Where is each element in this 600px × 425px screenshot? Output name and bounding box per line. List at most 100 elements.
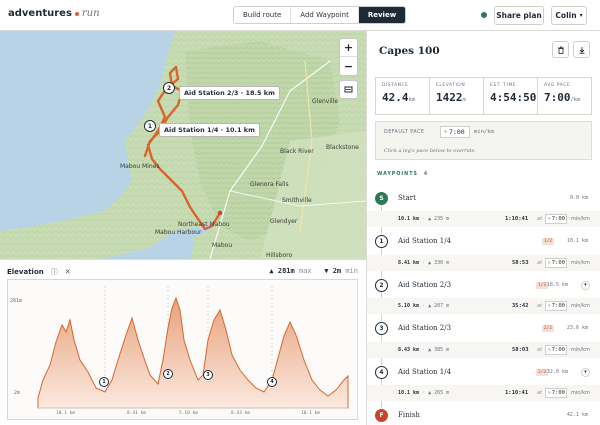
map-waypoint-marker-2[interactable]: 2 bbox=[163, 82, 175, 94]
elevation-profile-svg bbox=[37, 286, 349, 409]
waypoint-row[interactable]: 3 Aid Station 2/3 2/2 23.6 km bbox=[375, 320, 592, 336]
waypoint-row[interactable]: F Finish 42.1 km bbox=[375, 407, 592, 423]
map-waypoint-label-2[interactable]: Aid Station 2/3 · 18.5 km bbox=[179, 86, 280, 100]
elevation-area bbox=[37, 296, 349, 409]
waypoint-distance: 23.6 km bbox=[566, 325, 588, 331]
elevation-marker-2[interactable]: 2 bbox=[163, 369, 173, 379]
leg-pace-unit: min/km bbox=[571, 260, 590, 266]
leg-distance: 10.1 km bbox=[398, 390, 420, 396]
trash-icon bbox=[557, 46, 564, 54]
leg-pace-input[interactable]: ✎ 7:00 bbox=[545, 345, 567, 355]
leg-pace-value: 7:00 bbox=[551, 260, 565, 266]
leg-summary: 10.1 km · ▲ 235 m bbox=[398, 216, 449, 222]
waypoint-distance: 0.0 km bbox=[569, 195, 588, 201]
app-logo[interactable]: adventures run bbox=[8, 8, 100, 19]
mode-build-route[interactable]: Build route bbox=[234, 7, 292, 23]
map-label-glendyer: Glendyer bbox=[270, 218, 298, 225]
elevation-marker-3[interactable]: 3 bbox=[203, 370, 213, 380]
leg-row: 5.10 km · ▲ 207 m 35:42 at ✎ 7:00 min/km bbox=[375, 300, 592, 312]
leg-summary: 8.43 km · ▲ 385 m bbox=[398, 347, 449, 353]
map-waypoint-marker-1[interactable]: 1 bbox=[144, 120, 156, 132]
sync-status-icon bbox=[481, 12, 487, 18]
leg-pace-value: 7:00 bbox=[551, 390, 565, 396]
leg-at-label: at bbox=[537, 303, 543, 309]
stat-value: 1422 bbox=[436, 91, 463, 104]
leg-pace-input[interactable]: ✎ 7:00 bbox=[545, 301, 567, 311]
leg-distance: 8.41 km bbox=[398, 260, 420, 266]
route-end-marker bbox=[217, 210, 223, 216]
stat-label: EST. TIME bbox=[490, 83, 517, 88]
zoom-in-button[interactable]: + bbox=[340, 39, 357, 57]
close-icon[interactable]: ✕ bbox=[65, 268, 71, 276]
user-menu-button[interactable]: Colin ▾ bbox=[551, 6, 587, 25]
waypoint-row[interactable]: 1 Aid Station 1/4 1/2 10.1 km bbox=[375, 233, 592, 249]
elevation-header: Elevation ⓘ ✕ bbox=[7, 267, 71, 277]
waypoints-header: WAYPOINTS 4 bbox=[377, 172, 428, 177]
mode-add-waypoint[interactable]: Add Waypoint bbox=[291, 7, 359, 23]
leg-separator: · bbox=[419, 216, 429, 222]
map-label-glenora-falls: Glenora Falls bbox=[250, 181, 289, 188]
waypoint-visit-badge: 1/2 bbox=[541, 237, 554, 245]
leg-pace-unit: min/km bbox=[571, 303, 590, 309]
edit-icon: ✎ bbox=[548, 216, 551, 222]
leg-separator: · bbox=[419, 260, 429, 266]
route-map[interactable]: Glenville Black River Blackstone Mabou M… bbox=[0, 31, 366, 259]
waypoint-name: Aid Station 2/3 bbox=[398, 281, 452, 289]
elevation-max-value: 281m bbox=[277, 267, 295, 275]
leg-row: 10.1 km · ▲ 235 m 1:10:41 at ✎ 7:00 min/km bbox=[375, 213, 592, 225]
map-label-northeast-mabou: Northeast Mabou bbox=[178, 221, 230, 228]
map-label-smithville: Smithville bbox=[282, 197, 312, 204]
leg-pace-input[interactable]: ✎ 7:00 bbox=[545, 258, 567, 268]
leg-separator: · bbox=[419, 303, 429, 309]
default-pace-input[interactable]: ✎ 7:00 bbox=[440, 126, 470, 138]
leg-time: 58:03 bbox=[512, 347, 529, 353]
share-plan-button[interactable]: Share plan bbox=[494, 6, 544, 25]
plan-title[interactable]: Capes 100 bbox=[379, 45, 440, 57]
leg-gain: ▲ 265 m bbox=[428, 390, 450, 396]
chevron-down-icon: ▾ bbox=[579, 12, 583, 19]
download-plan-button[interactable] bbox=[573, 41, 590, 58]
waypoint-marker: 4 bbox=[375, 365, 388, 379]
edit-icon: ✎ bbox=[548, 347, 551, 353]
map-label-mabou: Mabou bbox=[212, 242, 233, 249]
leg-gain: ▲ 207 m bbox=[428, 303, 450, 309]
info-icon[interactable]: ⓘ bbox=[51, 267, 58, 277]
map-layers-button[interactable] bbox=[339, 80, 358, 99]
stat-label: DISTANCE bbox=[382, 83, 409, 88]
elevation-marker-1[interactable]: 1 bbox=[99, 377, 109, 387]
waypoint-row[interactable]: S Start 0.0 km bbox=[375, 190, 592, 206]
leg-distance: 10.1 km bbox=[398, 216, 420, 222]
edit-icon: ✎ bbox=[548, 260, 551, 266]
leg-pace-input[interactable]: ✎ 7:00 bbox=[545, 214, 567, 224]
expand-chevron-icon[interactable]: ▾ bbox=[581, 367, 590, 377]
elevation-chart[interactable]: 281m 2m 1 2 3 4 10.1 km 8.41 km 5.10 km … bbox=[7, 279, 358, 420]
default-pace-box: DEFAULT PACE ✎ 7:00 min/km Click a leg's… bbox=[375, 121, 592, 160]
leg-gain: ▲ 330 m bbox=[428, 260, 450, 266]
mode-switcher: Build route Add Waypoint Review bbox=[233, 6, 407, 24]
zoom-out-button[interactable]: − bbox=[340, 57, 357, 75]
logo-dot-icon bbox=[74, 11, 79, 16]
leg-at-label: at bbox=[537, 390, 543, 396]
waypoint-marker: 1 bbox=[375, 234, 388, 248]
waypoint-row[interactable]: 4 Aid Station 1/4 2/3 32.0 km ▾ bbox=[375, 364, 592, 380]
leg-pace-input[interactable]: ✎ 7:00 bbox=[545, 388, 567, 398]
user-name: Colin bbox=[555, 11, 577, 20]
mode-review[interactable]: Review bbox=[358, 7, 406, 23]
waypoint-marker: 2 bbox=[375, 278, 388, 292]
waypoint-visit-badge: 2/2 bbox=[541, 324, 554, 332]
map-label-black-river: Black River bbox=[280, 148, 314, 155]
stat-elevation: ELEVATION 1422m bbox=[430, 78, 484, 114]
download-icon bbox=[579, 46, 584, 54]
delete-plan-button[interactable] bbox=[552, 41, 569, 58]
expand-chevron-icon[interactable]: ▾ bbox=[581, 280, 590, 290]
waypoint-row[interactable]: 2 Aid Station 2/3 1/3 18.5 km ▾ bbox=[375, 277, 592, 293]
default-pace-unit: min/km bbox=[474, 129, 494, 135]
stat-unit: m bbox=[462, 97, 466, 103]
elevation-marker-4[interactable]: 4 bbox=[267, 377, 277, 387]
leg-summary: 8.41 km · ▲ 330 m bbox=[398, 260, 449, 266]
edit-icon: ✎ bbox=[444, 129, 448, 135]
map-waypoint-label-1[interactable]: Aid Station 1/4 · 10.1 km bbox=[159, 123, 260, 137]
waypoint-marker: S bbox=[375, 191, 388, 205]
waypoint-distance: 42.1 km bbox=[566, 412, 588, 418]
default-pace-label: DEFAULT PACE bbox=[384, 130, 425, 135]
